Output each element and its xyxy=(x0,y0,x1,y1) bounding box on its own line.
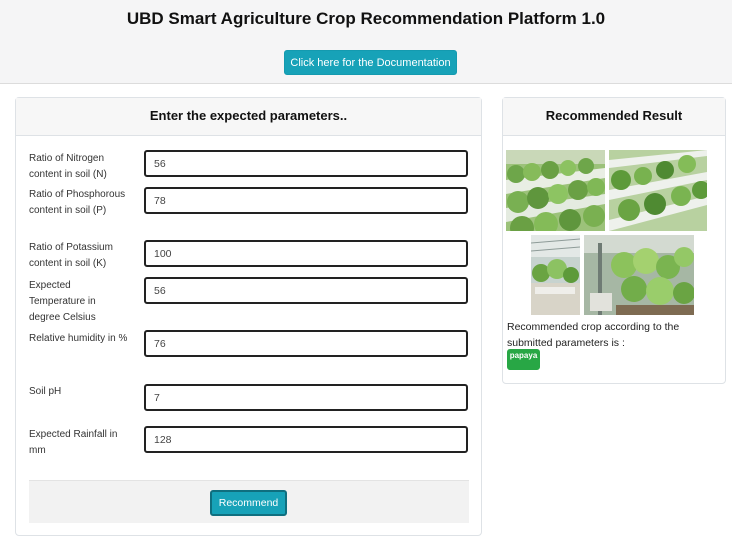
crop-photo-1 xyxy=(506,150,605,231)
potassium-label: Ratio of Potassium content in soil (K) xyxy=(29,242,113,269)
documentation-button[interactable]: Click here for the Documentation xyxy=(284,50,457,75)
temperature-input[interactable] xyxy=(144,277,468,304)
recommend-button[interactable]: Recommend xyxy=(210,490,287,516)
parameters-card-title: Enter the expected parameters.. xyxy=(16,98,481,136)
crop-photo-3 xyxy=(531,235,580,315)
rainfall-label: Expected Rainfall in mm xyxy=(29,429,118,456)
parameters-card: Enter the expected parameters.. Ratio of… xyxy=(15,97,482,536)
result-card-title: Recommended Result xyxy=(503,98,725,136)
nitrogen-label: Ratio of Nitrogen content in soil (N) xyxy=(29,153,107,180)
crop-badge: papaya xyxy=(507,349,540,370)
nitrogen-input[interactable] xyxy=(144,150,468,177)
top-header: UBD Smart Agriculture Crop Recommendatio… xyxy=(0,0,732,84)
result-card: Recommended Result Recommended crop acco… xyxy=(502,97,726,384)
phosphorous-label: Ratio of Phosphorous content in soil (P) xyxy=(29,189,126,216)
result-message: Recommended crop according to the submit… xyxy=(507,321,680,349)
page-title: UBD Smart Agriculture Crop Recommendatio… xyxy=(126,9,606,28)
soil-ph-input[interactable] xyxy=(144,384,468,411)
crop-photo-4 xyxy=(584,235,694,315)
humidity-input[interactable] xyxy=(144,330,468,357)
crop-photo-2 xyxy=(609,150,707,231)
soil-ph-label: Soil pH xyxy=(29,386,62,397)
temperature-label: Expected Temperature in degree Celsius xyxy=(29,280,96,323)
potassium-input[interactable] xyxy=(144,240,468,267)
rainfall-input[interactable] xyxy=(144,426,468,453)
phosphorous-input[interactable] xyxy=(144,187,468,214)
form-footer: Recommend xyxy=(29,480,469,523)
humidity-label: Relative humidity in % xyxy=(29,333,128,344)
